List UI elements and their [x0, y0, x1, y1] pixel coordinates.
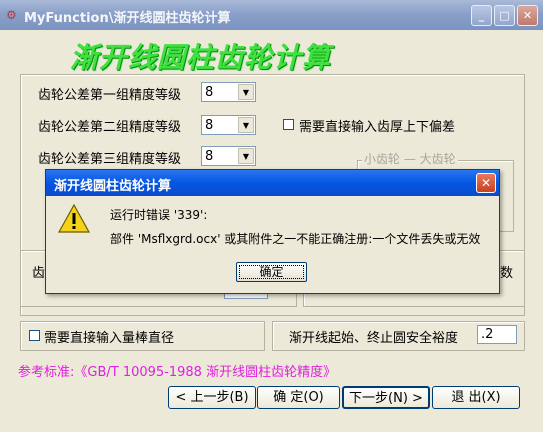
group2-label: 齿轮公差第二组精度等级: [38, 120, 182, 135]
group1-label: 齿轮公差第一组精度等级: [38, 88, 182, 103]
pin-checkbox[interactable]: [29, 330, 40, 341]
warning-icon: [58, 204, 90, 233]
group1-select[interactable]: 8 ▼: [201, 82, 256, 102]
ok-button[interactable]: 确 定(O): [257, 386, 340, 409]
banner-title: 渐开线圆柱齿轮计算: [70, 41, 332, 74]
left-parameter-label: 齿: [32, 266, 46, 281]
minimize-button[interactable]: _: [471, 5, 492, 26]
reference-standard: 参考标准:《GB/T 10095-1988 渐开线圆柱齿轮精度》: [18, 365, 337, 380]
pin-checkbox-label: 需要直接输入量棒直径: [44, 331, 175, 346]
group2-select[interactable]: 8 ▼: [201, 115, 256, 135]
thickness-checkbox-label: 需要直接输入齿厚上下偏差: [299, 120, 456, 135]
gear-app-icon: ⚙: [6, 8, 17, 22]
next-button[interactable]: 下一步(N) >: [342, 386, 430, 409]
safety-margin-label: 渐开线起始、终止圆安全裕度: [289, 331, 459, 346]
thickness-checkbox[interactable]: [283, 119, 294, 130]
gear-group-title: 小齿轮 — 大齿轮: [362, 150, 458, 167]
error-dialog: 渐开线圆柱齿轮计算 ✕ 运行时错误 '339': 部件 'Msflxgrd.oc…: [45, 169, 500, 294]
right-parameter-label: 数: [500, 266, 514, 281]
maximize-button[interactable]: □: [494, 5, 515, 26]
exit-button[interactable]: 退 出(X): [432, 386, 520, 409]
dialog-title-bar[interactable]: 渐开线圆柱齿轮计算 ✕: [46, 170, 499, 196]
safety-margin-input[interactable]: .2: [477, 325, 517, 344]
group3-value: 8: [205, 149, 214, 164]
prev-button[interactable]: < 上一步(B): [168, 386, 256, 409]
dialog-title: 渐开线圆柱齿轮计算: [54, 179, 172, 194]
safety-margin-value: .2: [481, 327, 494, 342]
group1-value: 8: [205, 85, 214, 100]
group3-select[interactable]: 8 ▼: [201, 146, 256, 166]
group2-value: 8: [205, 118, 214, 133]
close-button[interactable]: ✕: [517, 5, 538, 26]
chevron-down-icon[interactable]: ▼: [238, 148, 254, 164]
chevron-down-icon[interactable]: ▼: [238, 84, 254, 100]
group3-label: 齿轮公差第三组精度等级: [38, 152, 182, 167]
dialog-message-line2: 部件 'Msflxgrd.ocx' 或其附件之一不能正确注册:一个文件丢失或无效: [110, 232, 481, 246]
dialog-message-line1: 运行时错误 '339':: [110, 208, 208, 222]
dialog-close-button[interactable]: ✕: [476, 173, 496, 193]
chevron-down-icon[interactable]: ▼: [238, 117, 254, 133]
title-bar[interactable]: ⚙ MyFunction\渐开线圆柱齿轮计算 _ □ ✕: [0, 0, 543, 30]
window-title: MyFunction\渐开线圆柱齿轮计算: [24, 11, 231, 26]
dialog-ok-button[interactable]: 确定: [236, 262, 307, 282]
